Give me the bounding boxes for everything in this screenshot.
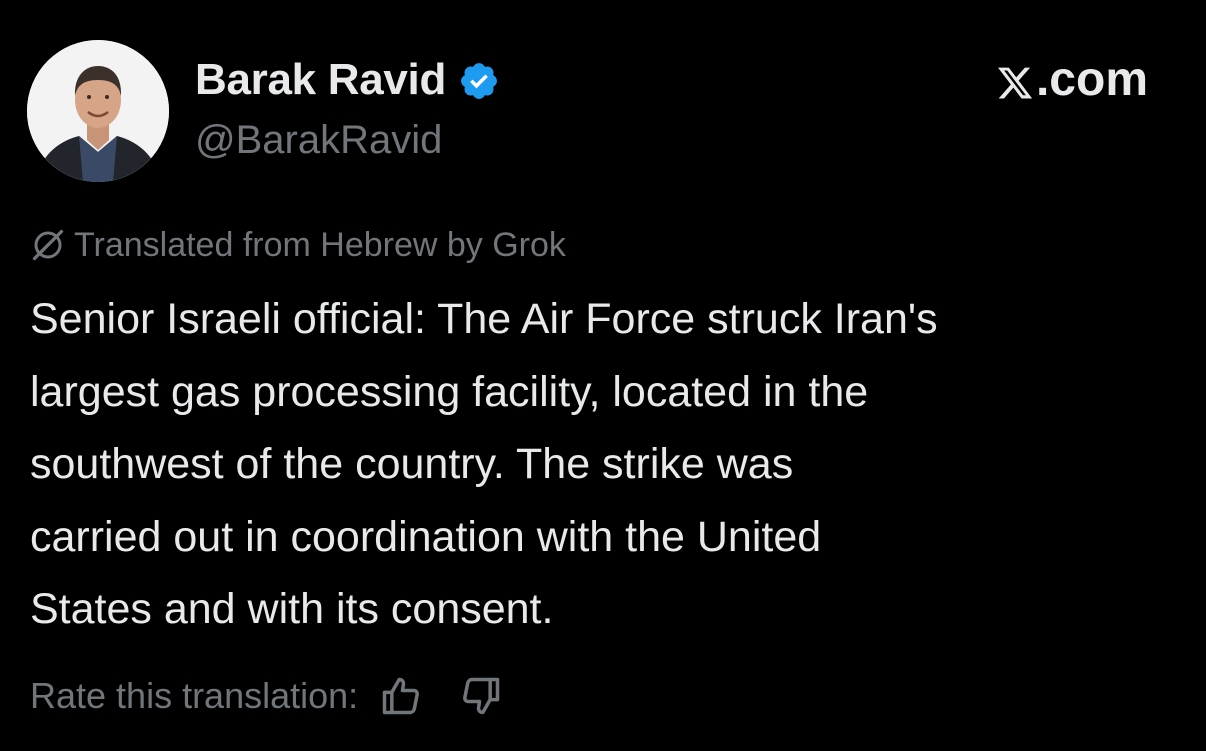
verified-badge-icon bbox=[458, 60, 500, 102]
rate-translation-label: Rate this translation: bbox=[30, 675, 359, 716]
x-logo-icon bbox=[996, 59, 1034, 101]
tweet-line: States and with its consent. bbox=[30, 585, 554, 633]
grok-icon bbox=[30, 227, 66, 263]
tweet-line: largest gas processing facility, located… bbox=[30, 367, 869, 416]
avatar[interactable] bbox=[27, 40, 169, 182]
rate-translation-row: Rate this translation: bbox=[30, 668, 504, 724]
author-display-name[interactable]: Barak Ravid bbox=[195, 52, 446, 108]
author-handle[interactable]: @BarakRavid bbox=[195, 112, 442, 168]
author-name-row: Barak Ravid bbox=[195, 52, 500, 108]
tweet-line: carried out in coordination with the Uni… bbox=[30, 512, 822, 561]
site-label-text: .com bbox=[1035, 53, 1148, 106]
tweet-card: Barak Ravid @BarakRavid .com Translated … bbox=[0, 0, 1206, 751]
thumbs-down-icon[interactable] bbox=[458, 673, 504, 719]
site-logo: .com bbox=[996, 50, 1148, 110]
tweet-line: Senior Israeli official: The Air Force s… bbox=[30, 295, 938, 343]
avatar-photo bbox=[27, 40, 169, 182]
translation-note: Translated from Hebrew by Grok bbox=[30, 222, 566, 268]
translation-note-text: Translated from Hebrew by Grok bbox=[74, 226, 566, 264]
tweet-line: southwest of the country. The strike was bbox=[30, 440, 794, 488]
thumbs-up-icon[interactable] bbox=[378, 673, 424, 719]
tweet-text: Senior Israeli official: The Air Force s… bbox=[30, 283, 1180, 646]
